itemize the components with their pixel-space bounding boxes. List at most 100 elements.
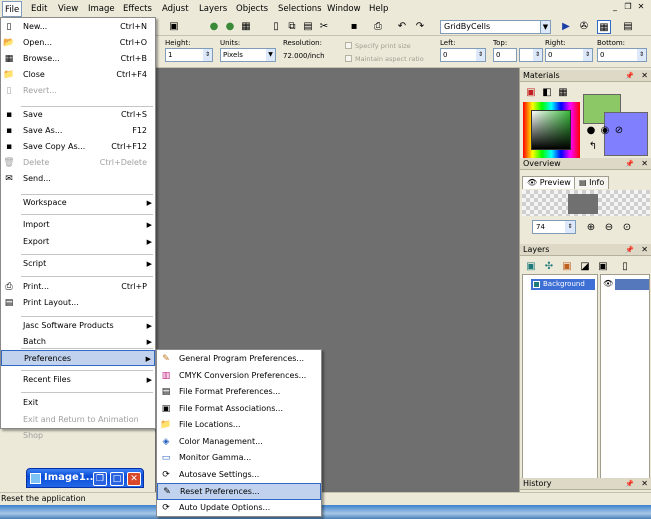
menu-item-preferences[interactable]: Preferences ▶ <box>1 350 155 366</box>
menu-item-print[interactable]: ⎙ Print... Ctrl+P <box>1 279 155 295</box>
delete-layer-icon[interactable]: ▯ <box>618 260 632 274</box>
spin-icon[interactable]: ⇕ <box>476 49 485 61</box>
save-icon[interactable]: ▪ <box>347 20 361 34</box>
zoom-in-icon[interactable]: ⊕ <box>584 221 598 235</box>
style-solid-icon[interactable]: ● <box>584 124 598 138</box>
print-icon[interactable]: ⎙ <box>371 20 385 34</box>
paste-icon[interactable]: ▤ <box>301 20 315 34</box>
new-mask-icon[interactable]: ◪ <box>578 260 592 274</box>
script-record-icon[interactable]: ✇ <box>577 20 591 34</box>
swap-colors-icon[interactable]: ↰ <box>586 140 600 154</box>
tube-icon[interactable]: ● <box>207 20 221 34</box>
menu-item-workspace[interactable]: Workspace ▶ <box>1 195 155 211</box>
menu-item-save[interactable]: ▪ Save Ctrl+S <box>1 107 155 123</box>
close-icon[interactable]: ✕ <box>641 158 648 170</box>
minimize-icon[interactable]: _ <box>609 1 621 13</box>
menu-adjust[interactable]: Adjust <box>162 3 189 15</box>
minimized-image-window[interactable]: Image1... ❐ □ ✕ <box>26 468 144 488</box>
menu-item-open[interactable]: 📂 Open... Ctrl+O <box>1 35 155 51</box>
style-texture-icon[interactable]: ◉ <box>598 124 612 138</box>
scripts-icon[interactable]: ▤ <box>621 20 635 34</box>
gradient-icon[interactable]: ◧ <box>540 86 554 100</box>
menu-item-script[interactable]: Script ▶ <box>1 256 155 272</box>
submenu-item-autosave[interactable]: ⟳ Autosave Settings... <box>157 467 321 484</box>
spin-icon[interactable]: ⇕ <box>583 49 592 61</box>
left-field[interactable]: 0 ⇕ <box>440 48 486 62</box>
zoom-field[interactable]: 74 ⇕ <box>532 220 576 234</box>
top-field[interactable]: 0 <box>493 48 517 62</box>
units-select[interactable]: Pixels ▼ <box>220 48 276 62</box>
menu-item-send[interactable]: ✉ Send... <box>1 171 155 187</box>
menu-item-close[interactable]: 📁 Close Ctrl+F4 <box>1 67 155 83</box>
submenu-item-general-prefs[interactable]: ✎ General Program Preferences... <box>157 351 321 368</box>
menu-file[interactable]: File <box>2 1 23 17</box>
close-icon[interactable]: ✕ <box>641 244 648 256</box>
submenu-item-file-format-prefs[interactable]: ▤ File Format Preferences... <box>157 384 321 401</box>
new-raster-layer-icon[interactable]: ▣ <box>524 260 538 274</box>
pin-icon[interactable]: 📌 <box>625 158 634 170</box>
zoom-out-icon[interactable]: ⊖ <box>602 221 616 235</box>
menu-layers[interactable]: Layers <box>199 3 227 15</box>
menu-item-browse[interactable]: ▦ Browse... Ctrl+B <box>1 51 155 67</box>
grid-combo[interactable]: GridByCells ▼ <box>440 20 551 34</box>
spin-icon[interactable]: ⇕ <box>637 49 646 61</box>
new-adjustment-layer-icon[interactable]: ▣ <box>560 260 574 274</box>
submenu-item-file-associations[interactable]: ▣ File Format Associations... <box>157 401 321 418</box>
menu-help[interactable]: Help <box>369 3 388 15</box>
maximize-icon[interactable]: □ <box>110 472 124 486</box>
menu-item-save-copy-as[interactable]: ▪ Save Copy As... Ctrl+F12 <box>1 139 155 155</box>
menu-view[interactable]: View <box>58 3 78 15</box>
new-vector-layer-icon[interactable]: ✣ <box>542 260 556 274</box>
new-file-icon[interactable]: ▯ <box>269 20 283 34</box>
restore-icon[interactable]: ❐ <box>622 1 634 13</box>
tab-preview[interactable]: 👁 Preview <box>522 176 576 189</box>
menu-image[interactable]: Image <box>88 3 115 15</box>
menu-item-export[interactable]: Export ▶ <box>1 234 155 250</box>
tab-info[interactable]: ▤ Info <box>574 176 610 189</box>
menu-item-import[interactable]: Import ▶ <box>1 217 155 233</box>
redo-icon[interactable]: ↷ <box>413 20 427 34</box>
style-null-icon[interactable]: ⊘ <box>612 124 626 138</box>
undo-icon[interactable]: ↶ <box>395 20 409 34</box>
menu-effects[interactable]: Effects <box>123 3 152 15</box>
play-icon[interactable]: ▶ <box>559 20 573 34</box>
menu-item-new[interactable]: ▯ New... Ctrl+N <box>1 19 155 35</box>
tube-alt-icon[interactable]: ● <box>223 20 237 34</box>
menu-item-exit[interactable]: Exit <box>1 395 155 411</box>
spin-icon[interactable]: ⇕ <box>203 49 212 61</box>
layer-row[interactable]: Background <box>531 279 595 290</box>
submenu-item-auto-update[interactable]: ⟳ Auto Update Options... <box>157 500 321 517</box>
submenu-item-file-locations[interactable]: 📁 File Locations... <box>157 417 321 434</box>
submenu-item-color-management[interactable]: ◈ Color Management... <box>157 434 321 451</box>
submenu-item-cmyk-prefs[interactable]: ▥ CMYK Conversion Preferences... <box>157 368 321 385</box>
cut-icon[interactable]: ✂ <box>317 20 331 34</box>
chevron-down-icon[interactable]: ▼ <box>266 49 275 61</box>
zoom-100-icon[interactable]: ⊙ <box>620 221 634 235</box>
layer-properties-icon[interactable]: ▣ <box>596 260 610 274</box>
copy-icon[interactable]: ⧉ <box>285 20 299 34</box>
maintain-aspect-check[interactable]: Maintain aspect ratio <box>345 55 424 63</box>
submenu-item-monitor-gamma[interactable]: ▭ Monitor Gamma... <box>157 450 321 467</box>
close-icon[interactable]: ✕ <box>635 1 647 13</box>
top-field-spin[interactable]: ⇕ <box>519 48 543 62</box>
pin-icon[interactable]: 📌 <box>625 478 634 490</box>
pin-icon[interactable]: 📌 <box>625 70 634 82</box>
palette-toggle-icon[interactable]: ▦ <box>597 20 611 34</box>
bottom-field[interactable]: 0 ⇕ <box>597 48 647 62</box>
menu-item-save-as[interactable]: ▪ Save As... F12 <box>1 123 155 139</box>
close-icon[interactable]: ✕ <box>641 478 648 490</box>
menu-objects[interactable]: Objects <box>236 3 268 15</box>
menu-selections[interactable]: Selections <box>278 3 322 15</box>
layer-opacity-bar[interactable] <box>615 279 649 290</box>
restore-icon[interactable]: ❐ <box>93 472 107 486</box>
spin-icon[interactable]: ⇕ <box>565 221 575 233</box>
overview-preview[interactable] <box>522 190 650 216</box>
menu-edit[interactable]: Edit <box>31 3 47 15</box>
eye-icon[interactable]: 👁 <box>603 279 613 288</box>
color-picker-icon[interactable]: ▣ <box>524 86 538 100</box>
pattern-icon[interactable]: ▦ <box>556 86 570 100</box>
menu-item-jasc-products[interactable]: Jasc Software Products ▶ <box>1 318 155 334</box>
pin-icon[interactable]: 📌 <box>625 244 634 256</box>
height-field[interactable]: 1 ⇕ <box>165 48 213 62</box>
chevron-down-icon[interactable]: ▼ <box>540 21 550 33</box>
